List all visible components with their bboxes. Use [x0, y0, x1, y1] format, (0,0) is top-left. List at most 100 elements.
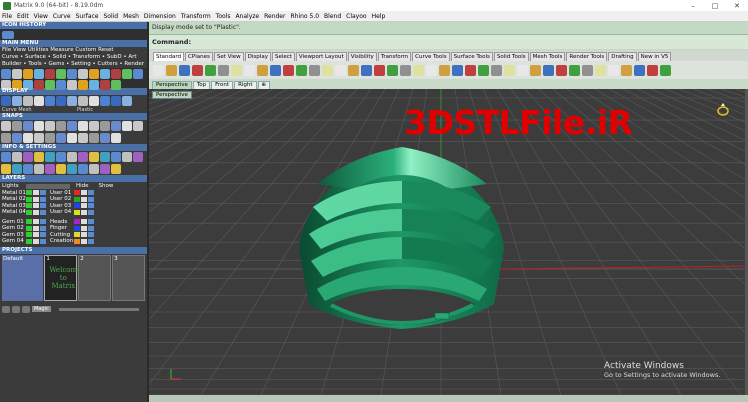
snap-tool-icon[interactable] [78, 132, 88, 143]
toolbar-tab-new-in-v5[interactable]: New in V5 [637, 52, 672, 61]
info-tool-icon[interactable] [133, 152, 143, 162]
standard-tool-icon[interactable] [283, 64, 294, 76]
display-tool-icon[interactable] [122, 96, 132, 106]
snap-tool-icon[interactable] [100, 132, 110, 143]
display-tool-icon[interactable] [45, 96, 55, 106]
menu-help[interactable]: Help [372, 13, 386, 20]
main-tool-icon[interactable] [1, 69, 11, 79]
layer-color-swatch[interactable] [74, 238, 80, 244]
standard-tool-icon[interactable] [452, 64, 463, 76]
info-tool-icon[interactable] [111, 163, 121, 174]
layer-color-swatch[interactable] [74, 232, 80, 238]
main-tool-icon[interactable] [89, 69, 99, 79]
main-tool-icon[interactable] [34, 80, 44, 90]
standard-tool-icon[interactable] [595, 64, 606, 76]
standard-tool-icon[interactable] [491, 64, 502, 76]
display-tool-icon[interactable] [67, 96, 77, 106]
standard-tool-icon[interactable] [504, 64, 515, 76]
snap-tool-icon[interactable] [12, 121, 22, 131]
info-tool-icon[interactable] [23, 152, 33, 162]
toolbar-tab-visibility[interactable]: Visibility [347, 52, 377, 61]
info-tool-icon[interactable] [23, 163, 33, 174]
main-menu-row-2[interactable]: Curve • Surface • Solid • Transform • Su… [0, 54, 147, 61]
snap-tool-icon[interactable] [45, 121, 55, 131]
toolbar-tab-curve-tools[interactable]: Curve Tools [412, 52, 450, 61]
standard-tool-icon[interactable] [517, 64, 528, 76]
main-tool-icon[interactable] [56, 80, 66, 90]
main-tool-icon[interactable] [133, 69, 143, 79]
info-tool-icon[interactable] [12, 152, 22, 162]
snap-tool-icon[interactable] [56, 121, 66, 131]
layer-lock-toggle[interactable] [88, 225, 94, 231]
info-tool-icon[interactable] [122, 152, 132, 162]
main-tool-icon[interactable] [100, 80, 110, 90]
standard-tool-icon[interactable] [179, 64, 190, 76]
snap-tool-icon[interactable] [122, 121, 132, 131]
menu-solid[interactable]: Solid [103, 13, 118, 20]
standard-tool-icon[interactable] [426, 64, 437, 76]
standard-tool-icon[interactable] [257, 64, 268, 76]
layer-lock-toggle[interactable] [88, 203, 94, 209]
standard-tool-icon[interactable] [621, 64, 632, 76]
info-tool-icon[interactable] [45, 152, 55, 162]
layer-visibility-toggle[interactable] [33, 232, 39, 238]
menu-analyze[interactable]: Analyze [235, 13, 259, 20]
viewport-tab-top[interactable]: Top [192, 81, 211, 89]
snap-tool-icon[interactable] [34, 132, 44, 143]
standard-tool-icon[interactable] [231, 64, 242, 76]
standard-tool-icon[interactable] [400, 64, 411, 76]
info-tool-icon[interactable] [111, 152, 121, 162]
layer-lock-toggle[interactable] [40, 190, 46, 196]
layer-visibility-toggle[interactable] [33, 209, 39, 215]
layer-color-swatch[interactable] [26, 225, 32, 231]
snap-tool-icon[interactable] [34, 121, 44, 131]
layers-hide-label[interactable]: Hide [76, 183, 89, 189]
snap-tool-icon[interactable] [23, 132, 33, 143]
info-tool-icon[interactable] [34, 163, 44, 174]
viewport-tab-front[interactable]: Front [211, 81, 234, 89]
layer-color-swatch[interactable] [74, 209, 80, 215]
standard-tool-icon[interactable] [387, 64, 398, 76]
layer-lock-toggle[interactable] [40, 219, 46, 225]
snap-tool-icon[interactable] [45, 132, 55, 143]
layer-lock-toggle[interactable] [88, 209, 94, 215]
snap-tool-icon[interactable] [111, 132, 121, 143]
toolbar-tab-select[interactable]: Select [271, 52, 295, 61]
project-default[interactable]: Default [2, 254, 44, 301]
standard-tool-icon[interactable] [556, 64, 567, 76]
menu-tools[interactable]: Tools [216, 13, 231, 20]
snap-tool-icon[interactable] [12, 132, 22, 143]
standard-tool-icon[interactable] [218, 64, 229, 76]
toolbar-tab-solid-tools[interactable]: Solid Tools [493, 52, 529, 61]
snap-tool-icon[interactable] [78, 121, 88, 131]
standard-tool-icon[interactable] [309, 64, 320, 76]
layer-lock-toggle[interactable] [40, 196, 46, 202]
display-tool-icon[interactable] [56, 96, 66, 106]
menu-clayoo[interactable]: Clayoo [346, 13, 366, 20]
add-viewport-tab[interactable]: ⊕ [257, 81, 271, 89]
standard-tool-icon[interactable] [244, 64, 255, 76]
layer-name[interactable]: Creation [50, 238, 74, 244]
layer-color-swatch[interactable] [74, 196, 80, 202]
info-tool-icon[interactable] [45, 163, 55, 174]
toolbar-tab-surface-tools[interactable]: Surface Tools [450, 52, 493, 61]
info-tool-icon[interactable] [78, 152, 88, 162]
main-tool-icon[interactable] [78, 69, 88, 79]
layers-show-label[interactable]: Show [99, 183, 114, 189]
menu-view[interactable]: View [34, 13, 48, 20]
toolbar-tab-display[interactable]: Display [244, 52, 271, 61]
info-tool-icon[interactable] [1, 163, 11, 174]
layer-lock-toggle[interactable] [88, 190, 94, 196]
standard-tool-icon[interactable] [296, 64, 307, 76]
menu-surface[interactable]: Surface [76, 13, 99, 20]
toolbar-tab-drafting[interactable]: Drafting [608, 52, 637, 61]
layer-color-swatch[interactable] [26, 219, 32, 225]
layer-color-swatch[interactable] [74, 203, 80, 209]
info-tool-icon[interactable] [56, 152, 66, 162]
layer-name[interactable]: Metal 04 [2, 209, 26, 215]
main-tool-icon[interactable] [23, 69, 33, 79]
main-tool-icon[interactable] [122, 69, 132, 79]
snap-tool-icon[interactable] [67, 121, 77, 131]
snap-tool-icon[interactable] [67, 132, 77, 143]
layer-color-swatch[interactable] [26, 232, 32, 238]
